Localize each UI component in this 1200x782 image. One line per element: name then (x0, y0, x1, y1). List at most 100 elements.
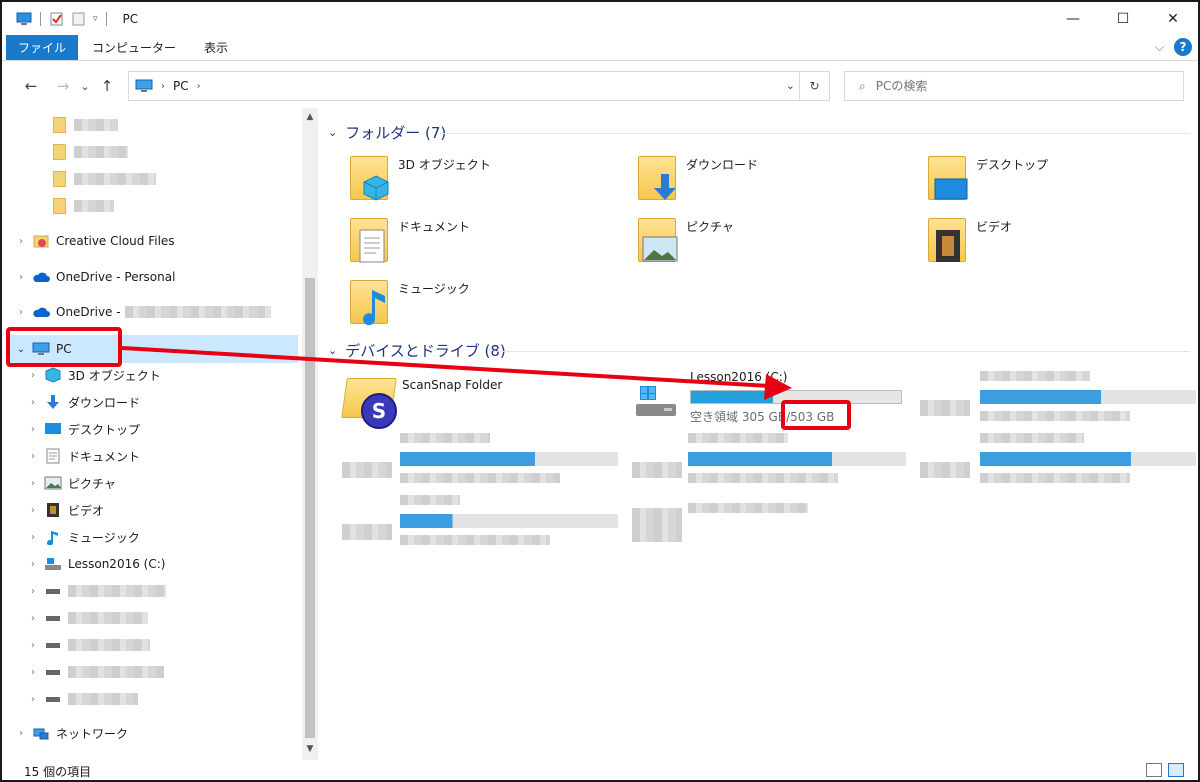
tree-item[interactable] (6, 166, 298, 192)
expand-chevron-icon[interactable]: › (14, 728, 28, 739)
tree-item-drive-c[interactable]: › Lesson2016 (C:) (6, 551, 298, 577)
folder-icon (52, 198, 66, 214)
highlight-box-capacity (781, 400, 851, 430)
window-title: PC (122, 11, 139, 26)
folder-tile-3d-objects[interactable]: 3D オブジェクト (342, 150, 622, 206)
folder-tile-pictures[interactable]: ピクチャ (630, 212, 910, 268)
back-button[interactable]: ← (20, 77, 42, 95)
tab-view[interactable]: 表示 (190, 35, 242, 60)
tree-item-creative-cloud[interactable]: › Creative Cloud Files (6, 228, 298, 254)
expand-chevron-icon[interactable]: › (26, 613, 40, 624)
expand-chevron-icon[interactable]: › (26, 640, 40, 651)
tile-label: デスクトップ (976, 158, 1049, 172)
folder-tile-music[interactable]: ミュージック (342, 274, 622, 330)
tree-item[interactable] (6, 112, 298, 138)
tree-item-drive[interactable]: › (6, 605, 298, 631)
breadcrumb-chevron-icon[interactable]: › (197, 81, 201, 92)
collapse-chevron-icon[interactable]: ⌄ (328, 344, 337, 357)
cube-icon (45, 367, 61, 383)
expand-chevron-icon[interactable]: › (14, 272, 28, 283)
expand-chevron-icon[interactable]: › (26, 532, 40, 543)
highlight-box-pc (6, 327, 122, 367)
expand-chevron-icon[interactable]: › (26, 451, 40, 462)
folder-tile-downloads[interactable]: ダウンロード (630, 150, 910, 206)
device-tile-drive-c[interactable]: Lesson2016 (C:) 空き領域 305 GB/503 GB (632, 370, 912, 426)
tab-file[interactable]: ファイル (6, 35, 79, 60)
expand-chevron-icon[interactable]: › (26, 424, 40, 435)
properties-icon[interactable] (49, 12, 65, 26)
navigation-pane: › Creative Cloud Files › OneDrive - Pers… (6, 108, 318, 760)
tree-item-onedrive-personal[interactable]: › OneDrive - Personal (6, 264, 298, 290)
blurred-label (68, 639, 150, 651)
expand-chevron-icon[interactable]: › (26, 505, 40, 516)
expand-chevron-icon[interactable]: › (26, 694, 40, 705)
tree-item-drive[interactable]: › (6, 686, 298, 712)
expand-chevron-icon[interactable]: › (26, 559, 40, 570)
up-button[interactable]: ↑ (96, 77, 118, 95)
tile-label: ScanSnap Folder (402, 378, 503, 392)
computer-icon (135, 79, 153, 92)
tree-item-videos[interactable]: › ビデオ (6, 497, 298, 523)
toolbar-separator (105, 11, 107, 26)
blurred-drive-icon (342, 462, 392, 478)
help-icon[interactable]: ? (1174, 38, 1192, 56)
tree-item-onedrive-business[interactable]: › OneDrive - (6, 299, 298, 325)
tree-item-drive[interactable]: › (6, 659, 298, 685)
devices-group-header[interactable]: ⌄ デバイスとドライブ (8) (328, 340, 506, 361)
scroll-up-icon[interactable]: ▲ (302, 112, 318, 122)
expand-chevron-icon[interactable]: › (26, 370, 40, 381)
expand-chevron-icon[interactable]: › (26, 478, 40, 489)
address-bar[interactable]: › PC › ⌄ ↻ (128, 71, 830, 101)
tree-item-documents[interactable]: › ドキュメント (6, 443, 298, 469)
new-folder-icon[interactable] (71, 12, 87, 26)
drive-name: Lesson2016 (C:) (690, 370, 788, 384)
tree-item[interactable] (6, 139, 298, 165)
blurred-usage-bar (980, 452, 1196, 466)
svg-text:S: S (372, 399, 386, 423)
desktop-icon (934, 178, 968, 200)
tree-item-drive[interactable]: › (6, 578, 298, 604)
document-icon (359, 229, 385, 263)
tree-item-pictures[interactable]: › ピクチャ (6, 470, 298, 496)
qa-dropdown-icon[interactable]: ▿ (93, 14, 98, 24)
expand-chevron-icon[interactable]: › (26, 586, 40, 597)
tree-item[interactable] (6, 193, 298, 219)
download-icon (47, 395, 59, 409)
folder-tile-desktop[interactable]: デスクトップ (920, 150, 1198, 206)
tree-item-desktop[interactable]: › デスクトップ (6, 416, 298, 442)
scroll-thumb[interactable] (305, 278, 315, 738)
tree-item-downloads[interactable]: › ダウンロード (6, 389, 298, 415)
close-button[interactable]: ✕ (1148, 2, 1198, 35)
details-view-icon[interactable] (1146, 763, 1162, 777)
search-input[interactable] (875, 79, 1156, 93)
device-tile-scansnap[interactable]: S ScanSnap Folder (341, 370, 622, 429)
expand-chevron-icon[interactable]: › (26, 667, 40, 678)
tree-item-music[interactable]: › ミュージック (6, 524, 298, 550)
network-icon (33, 728, 49, 740)
folders-group-header[interactable]: ⌄ フォルダー (7) (328, 122, 446, 143)
recent-locations-button[interactable]: ⌄ (74, 80, 96, 93)
folder-tile-videos[interactable]: ビデオ (920, 212, 1198, 268)
expand-chevron-icon[interactable]: › (14, 236, 28, 247)
ribbon-expand-icon[interactable]: ⌵ (1155, 40, 1164, 55)
scroll-down-icon[interactable]: ▼ (302, 744, 318, 754)
breadcrumb-pc[interactable]: PC (173, 79, 189, 93)
forward-button[interactable]: → (52, 77, 74, 95)
tab-computer[interactable]: コンピューター (78, 35, 190, 60)
maximize-button[interactable]: ☐ (1098, 2, 1148, 35)
tree-item-drive[interactable]: › (6, 632, 298, 658)
collapse-chevron-icon[interactable]: ⌄ (328, 126, 337, 139)
address-dropdown-icon[interactable]: ⌄ (786, 79, 795, 92)
expand-chevron-icon[interactable]: › (26, 397, 40, 408)
tiles-view-icon[interactable] (1168, 763, 1184, 777)
tree-item-network[interactable]: › ネットワーク (6, 720, 298, 746)
folder-tile-documents[interactable]: ドキュメント (342, 212, 622, 268)
blurred-usage-bar (400, 452, 618, 466)
nav-scrollbar[interactable]: ▲ ▼ (302, 108, 318, 760)
drive-usage-fill (691, 391, 773, 403)
breadcrumb-chevron-icon[interactable]: › (161, 81, 165, 92)
refresh-button[interactable]: ↻ (799, 72, 829, 100)
expand-chevron-icon[interactable]: › (14, 307, 28, 318)
minimize-button[interactable]: — (1048, 2, 1098, 35)
search-box[interactable]: ⌕ (844, 71, 1184, 101)
